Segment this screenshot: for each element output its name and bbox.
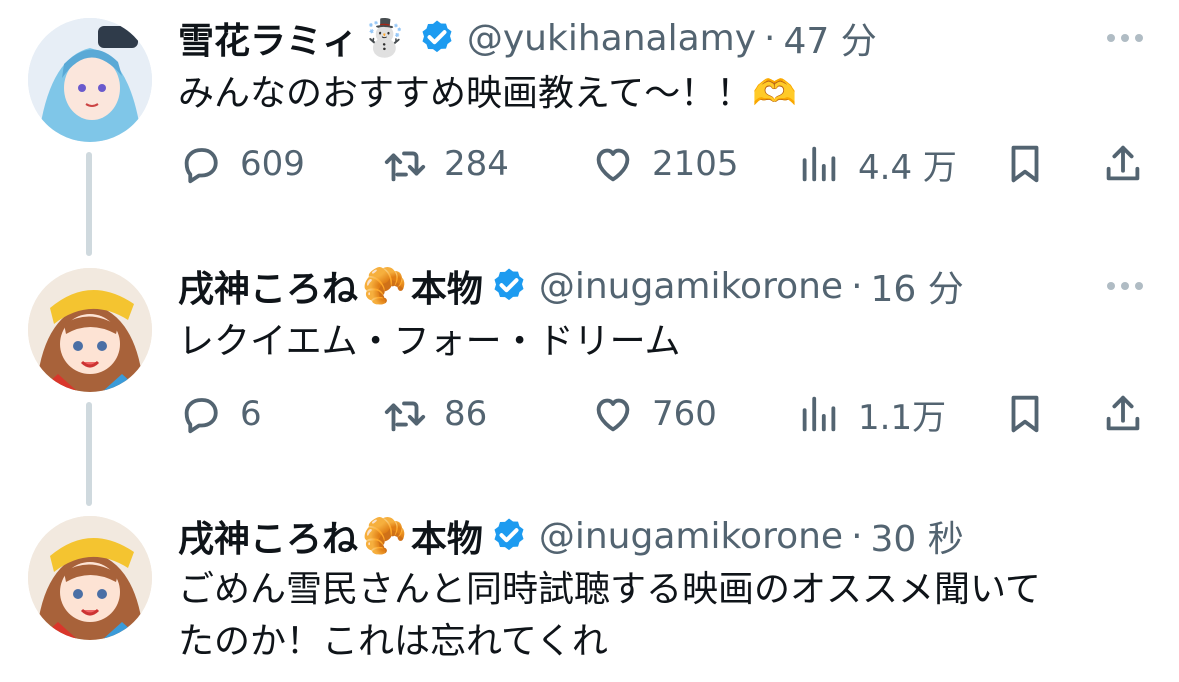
avatar-yukihanalamy[interactable] [28,18,152,142]
reply-icon [184,398,218,434]
display-name[interactable]: 雪花ラミィ [178,12,358,64]
tweet-3[interactable]: 戌神ころね 🥐 本物 @inugamikorone · 30 秒 ごめん雪民さん… [0,500,1179,682]
more-icon[interactable] [1105,278,1145,294]
display-name-suffix[interactable]: 本物 [411,510,483,562]
reply-button[interactable]: 609 [178,136,305,192]
tweet-text-line: レクイエム・フォー・ドリーム [178,321,681,362]
bookmark-button[interactable] [1002,386,1048,442]
timestamp[interactable]: 16 分 [871,260,964,312]
like-icon [596,148,630,182]
retweet-icon [384,151,426,182]
avatar-inugamikorone[interactable] [28,268,152,392]
retweet-icon [384,401,426,432]
reply-button[interactable]: 6 [178,386,262,442]
retweet-count: 284 [444,144,509,184]
timestamp[interactable]: 30 秒 [871,510,964,562]
views-count: 1.1万 [858,397,947,438]
tweet-header: 戌神ころね 🥐 本物 @inugamikorone · 30 秒 [178,510,964,562]
share-icon [1106,145,1140,181]
display-name-suffix[interactable]: 本物 [411,260,483,312]
verified-badge-icon[interactable] [489,516,529,556]
separator-dot: · [764,17,776,59]
tweet-text: みんなのおすすめ映画教えて〜！！🫶 [178,68,797,120]
like-button[interactable]: 760 [590,386,717,442]
tweet-header: 雪花ラミィ ☃️ @yukihanalamy · 47 分 [178,12,877,64]
bookmark-icon [1011,395,1039,433]
croissant-emoji: 🥐 [362,266,407,307]
tweet-text-line: みんなのおすすめ映画教えて〜！！🫶 [178,73,798,114]
share-button[interactable] [1100,386,1146,442]
retweet-button[interactable]: 86 [382,386,487,442]
avatar-inugamikorone[interactable] [28,516,152,640]
action-bar: 609 284 2105 4.4 万 [178,136,1144,192]
display-name[interactable]: 戌神ころね [178,510,358,562]
handle[interactable]: @inugamikorone [539,266,843,307]
separator-dot: · [851,515,863,557]
like-button[interactable]: 2105 [590,136,739,192]
views-count: 4.4 万 [858,147,957,188]
views-icon [802,396,836,432]
reply-icon [184,148,218,184]
bookmark-icon [1011,145,1039,183]
reply-count: 6 [240,394,262,434]
handle[interactable]: @inugamikorone [539,516,843,557]
timestamp[interactable]: 47 分 [783,12,876,64]
tweet-text-line: ごめん雪民さんと同時試聴する映画のオススメ聞いて [178,569,1041,610]
retweet-count: 86 [444,394,488,434]
action-bar: 6 86 760 1.1万 [178,386,1144,442]
reply-count: 609 [240,144,305,184]
tweet-1[interactable]: 雪花ラミィ ☃️ @yukihanalamy · 47 分 みんなのおすすめ映画… [0,0,1179,250]
more-icon[interactable] [1105,30,1145,46]
avatar-image [28,268,152,392]
tweet-2[interactable]: 戌神ころね 🥐 本物 @inugamikorone · 16 分 レクイエム・フ… [0,250,1179,500]
tweet-text: レクイエム・フォー・ドリーム [178,316,681,368]
views-button[interactable]: 1.1万 [796,386,946,442]
tweet-text-line: たのか！これは忘れてくれ [178,621,608,662]
snowman-emoji: ☃️ [362,18,407,59]
share-button[interactable] [1100,136,1146,192]
tweet-text: ごめん雪民さんと同時試聴する映画のオススメ聞いて たのか！これは忘れてくれ [178,564,1041,668]
views-icon [802,146,836,182]
bookmark-button[interactable] [1002,136,1048,192]
like-count: 760 [652,394,717,434]
avatar-image [28,516,152,640]
display-name[interactable]: 戌神ころね [178,260,358,312]
like-icon [596,398,630,432]
views-button[interactable]: 4.4 万 [796,136,957,192]
separator-dot: · [851,265,863,307]
tweet-header: 戌神ころね 🥐 本物 @inugamikorone · 16 分 [178,260,964,312]
verified-badge-icon[interactable] [417,18,457,58]
croissant-emoji: 🥐 [362,516,407,557]
handle[interactable]: @yukihanalamy [467,18,756,59]
retweet-button[interactable]: 284 [382,136,509,192]
avatar-image [28,18,152,142]
verified-badge-icon[interactable] [489,266,529,306]
like-count: 2105 [652,144,739,184]
share-icon [1106,395,1140,431]
